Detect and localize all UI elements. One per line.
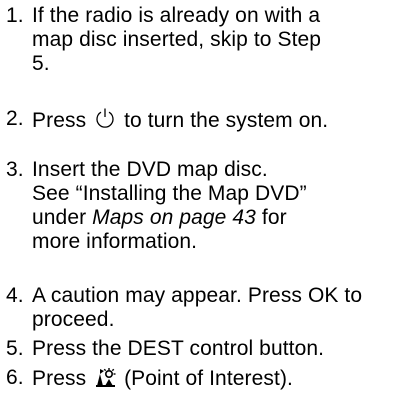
page-reference: Maps on page 43 bbox=[92, 206, 256, 229]
step-number: 3. bbox=[6, 158, 24, 181]
step-2: 2. Press to turn the system on. bbox=[0, 107, 328, 133]
step-text-before: Press bbox=[32, 109, 87, 132]
step-text: Press the DEST control button. bbox=[32, 337, 325, 360]
step-number: 4. bbox=[6, 284, 24, 307]
step-number: 2. bbox=[6, 107, 24, 130]
instruction-page: 1. If the radio is already on with a map… bbox=[0, 0, 402, 391]
step-text-after: to turn the system on. bbox=[124, 109, 329, 132]
step-number: 6. bbox=[6, 366, 24, 389]
step-text-before: Press bbox=[32, 367, 87, 390]
step-line: more information. bbox=[32, 230, 198, 253]
step-text-after: for bbox=[261, 206, 287, 229]
step-text-before: under bbox=[32, 206, 87, 229]
step-text: A caution may appear. Press OK to procee… bbox=[32, 284, 363, 331]
step-number: 1. bbox=[6, 4, 24, 27]
step-1: 1. If the radio is already on with a map… bbox=[0, 4, 392, 76]
step-text: If the radio is already on with a map di… bbox=[32, 4, 322, 75]
step-line: under Maps on page 43 for bbox=[32, 206, 307, 230]
step-number: 5. bbox=[6, 337, 24, 360]
point-of-interest-icon bbox=[94, 366, 117, 388]
power-icon bbox=[94, 107, 116, 129]
step-4: 4. A caution may appear. Press OK to pro… bbox=[0, 284, 372, 332]
step-line: See “Installing the Map DVD” bbox=[32, 182, 307, 205]
step-6: 6. Press (Point of Interest). bbox=[0, 366, 293, 391]
step-line: Insert the DVD map disc. bbox=[32, 158, 268, 181]
step-3: 3. Insert the DVD map disc. See “Install… bbox=[0, 158, 307, 254]
step-5: 5. Press the DEST control button. bbox=[0, 337, 324, 361]
step-text-after: (Point of Interest). bbox=[124, 367, 293, 390]
